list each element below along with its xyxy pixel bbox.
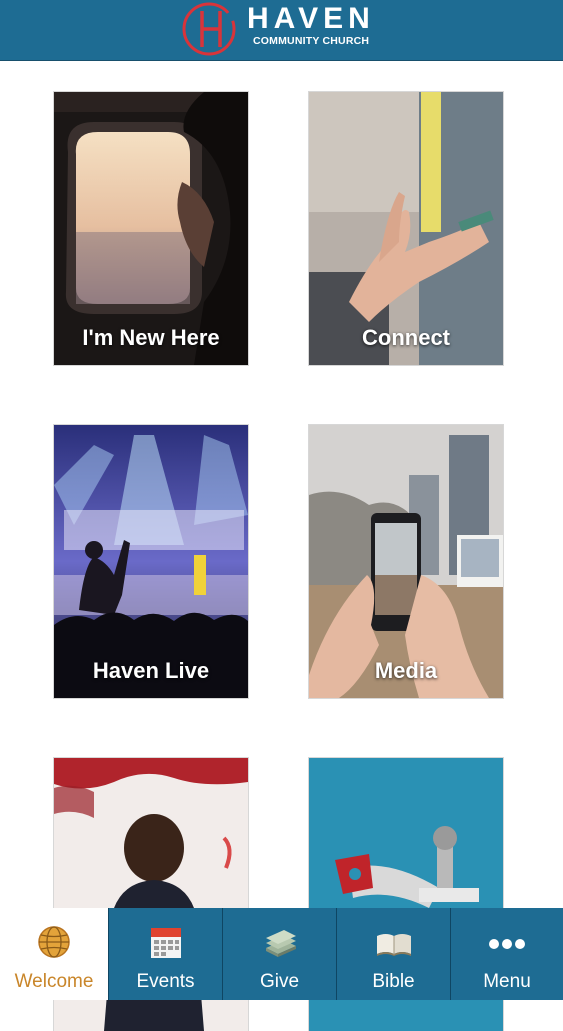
tab-events[interactable]: Events	[108, 908, 222, 1000]
tile-haven-live[interactable]: Haven Live	[54, 425, 248, 698]
tab-label: Menu	[483, 971, 531, 992]
tab-give[interactable]: Give	[222, 908, 336, 1000]
tile-label: Media	[374, 658, 438, 683]
tile-label: I'm New Here	[82, 325, 220, 350]
bottom-tab-bar: Welcome Events Give Bible Menu	[0, 908, 563, 1000]
tile-label: Connect	[362, 325, 450, 350]
church-logo-icon	[180, 1, 240, 57]
tile-im-new-here[interactable]: I'm New Here	[54, 92, 248, 365]
tab-label: Events	[136, 971, 195, 992]
money-stack-icon	[265, 930, 296, 957]
tab-label: Give	[259, 971, 300, 992]
brand-wordmark: HAVEN COMMUNITY CHURCH	[247, 4, 375, 48]
tab-bible[interactable]: Bible	[336, 908, 450, 1000]
tile-media[interactable]: Media	[309, 425, 503, 698]
tab-label: Bible	[372, 971, 415, 992]
calendar-icon	[150, 928, 181, 958]
tab-welcome[interactable]: Welcome	[0, 908, 108, 1000]
tab-menu[interactable]: Menu	[450, 908, 563, 1000]
more-dots-icon	[489, 939, 525, 949]
brand-name: HAVEN	[247, 2, 375, 35]
tab-label: Welcome	[14, 971, 94, 992]
globe-icon	[38, 926, 70, 958]
open-book-icon	[376, 934, 411, 956]
tile-label: Haven Live	[92, 658, 210, 683]
brand-subtitle: COMMUNITY CHURCH	[253, 35, 370, 47]
app-header: HAVEN COMMUNITY CHURCH	[0, 0, 563, 61]
tile-connect[interactable]: Connect	[309, 92, 503, 365]
